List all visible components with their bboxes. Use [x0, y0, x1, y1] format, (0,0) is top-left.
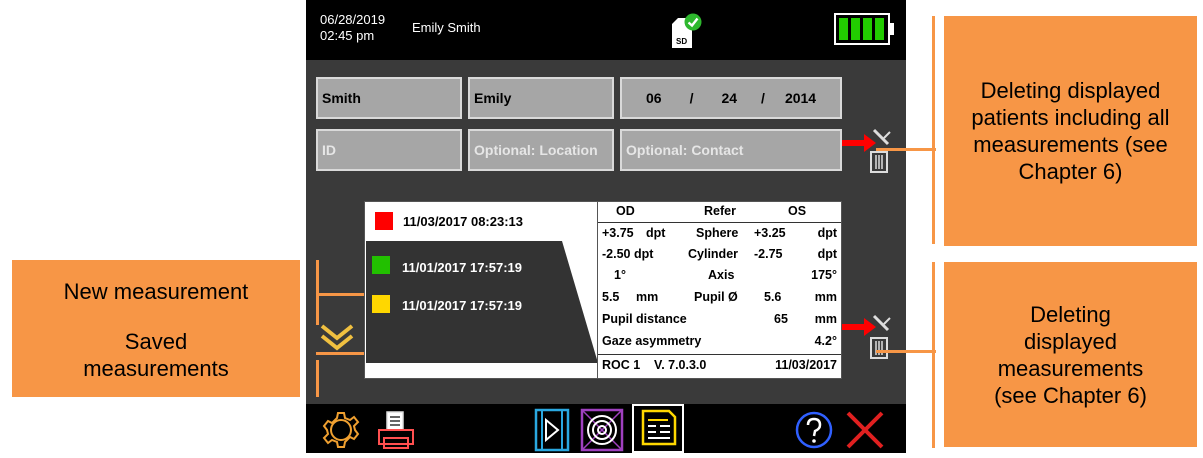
table-separator	[598, 354, 841, 355]
location-field[interactable]: Optional: Location	[468, 129, 614, 171]
callout-delete-measurements-text: Deleting displayed measurements (see Cha…	[994, 301, 1147, 408]
footer-version: V. 7.0.3.0	[654, 358, 707, 372]
sphere-od-unit: dpt	[646, 226, 666, 240]
pupil-label: Pupil Ø	[694, 290, 738, 304]
contact-placeholder: Optional: Contact	[626, 142, 744, 158]
callout-line	[876, 148, 936, 151]
callout-delete-patients-text: Deleting displayed patients including al…	[971, 78, 1170, 184]
status-green-square	[372, 256, 390, 274]
list-connector-shape	[562, 241, 598, 363]
status-patient-name: Emily Smith	[412, 20, 481, 35]
pupil-od-unit: mm	[636, 290, 659, 304]
status-date: 06/28/2019	[320, 12, 386, 27]
dob-day: 24	[721, 90, 738, 106]
cylinder-od: -2.50 dpt	[602, 247, 654, 261]
callout-line	[316, 293, 364, 296]
callout-line	[316, 360, 319, 397]
results-table: OD Refer OS +3.75 dpt Sphere +3.25 dpt -…	[597, 201, 842, 379]
dob-field[interactable]: 06 / 24 / 2014	[620, 77, 842, 119]
dob-month: 06	[646, 90, 662, 106]
report-list-icon[interactable]	[632, 404, 684, 453]
cylinder-os: -2.75	[754, 247, 783, 261]
callout-line	[932, 262, 935, 448]
last-name-field[interactable]: Smith	[316, 77, 462, 119]
axis-os: 175°	[811, 268, 837, 282]
gaze-value: 4.2°	[814, 334, 837, 348]
print-icon[interactable]	[376, 410, 416, 450]
callout-line	[932, 16, 935, 244]
measurement-datetime: 11/03/2017 08:23:13	[403, 214, 523, 229]
first-name-value: Emily	[474, 90, 512, 106]
table-row: ROC 1 V. 7.0.3.0 11/03/2017	[602, 358, 837, 376]
close-icon[interactable]	[844, 410, 886, 450]
dob-sep-1: /	[689, 90, 694, 106]
header-os: OS	[788, 204, 807, 218]
status-yellow-square	[372, 295, 390, 313]
table-row: 5.5 mm Pupil Ø 5.6 mm	[602, 290, 837, 308]
sphere-os-unit: dpt	[817, 226, 837, 240]
first-name-field[interactable]: Emily	[468, 77, 614, 119]
status-red-square	[375, 212, 393, 230]
callout-saved-measurements-text: Saved measurements	[83, 329, 229, 381]
callout-delete-measurements: Deleting displayed measurements (see Cha…	[944, 262, 1197, 447]
red-arrow-icon	[842, 318, 876, 336]
cylinder-label: Cylinder	[688, 247, 739, 261]
table-row: +3.75 dpt Sphere +3.25 dpt	[602, 226, 837, 244]
sphere-os: +3.25	[754, 226, 786, 240]
table-row: Pupil distance 65 mm	[602, 312, 837, 330]
scroll-down-chevron-icon[interactable]	[318, 322, 356, 354]
sphere-od: +3.75	[602, 226, 634, 240]
table-separator	[598, 222, 841, 223]
table-row: Gaze asymmetry 4.2°	[602, 334, 837, 352]
table-row: -2.50 dpt Cylinder -2.75 dpt	[602, 247, 837, 265]
gaze-label: Gaze asymmetry	[602, 334, 702, 348]
footer-date: 11/03/2017	[775, 358, 837, 372]
sd-ok-check-icon	[684, 13, 702, 31]
pupil-od: 5.5	[602, 290, 620, 304]
status-bar: 06/28/2019 02:45 pm Emily Smith SD	[306, 0, 906, 60]
header-refer: Refer	[704, 204, 736, 218]
cylinder-os-unit: dpt	[817, 247, 837, 261]
settings-gear-icon[interactable]	[322, 411, 360, 449]
table-row: 1° Axis 175°	[602, 268, 837, 286]
callout-new-measurement-text: New measurement	[63, 279, 249, 304]
id-placeholder: ID	[322, 142, 336, 158]
location-placeholder: Optional: Location	[474, 142, 598, 158]
pupil-distance-value: 65	[774, 312, 788, 326]
pupil-os: 5.6	[764, 290, 782, 304]
pupil-distance-unit: mm	[814, 312, 837, 326]
measurement-datetime: 11/01/2017 17:57:19	[402, 298, 522, 313]
red-arrow-icon	[842, 134, 876, 152]
pupil-os-unit: mm	[814, 290, 837, 304]
measurement-datetime: 11/01/2017 17:57:19	[402, 260, 522, 275]
axis-od: 1°	[614, 268, 626, 282]
sd-card-label: SD	[676, 37, 687, 46]
footer-device: ROC 1	[602, 358, 641, 372]
target-icon[interactable]	[580, 408, 624, 452]
contact-field[interactable]: Optional: Contact	[620, 129, 842, 171]
status-time: 02:45 pm	[320, 28, 375, 43]
help-question-icon[interactable]	[794, 410, 834, 450]
callout-saved-measurements: Saved measurements	[12, 313, 300, 397]
callout-line	[876, 350, 936, 353]
sphere-label: Sphere	[696, 226, 739, 240]
pupil-distance-label: Pupil distance	[602, 312, 687, 326]
id-field[interactable]: ID	[316, 129, 462, 171]
dob-sep-2: /	[761, 90, 765, 106]
callout-delete-patients: Deleting displayed patients including al…	[944, 16, 1197, 246]
dob-year: 2014	[784, 90, 817, 106]
video-film-icon[interactable]	[534, 408, 570, 452]
last-name-value: Smith	[322, 90, 361, 106]
battery-icon	[834, 13, 896, 45]
table-row: OD Refer OS	[602, 204, 837, 222]
header-od: OD	[616, 204, 635, 218]
axis-label: Axis	[708, 268, 735, 282]
